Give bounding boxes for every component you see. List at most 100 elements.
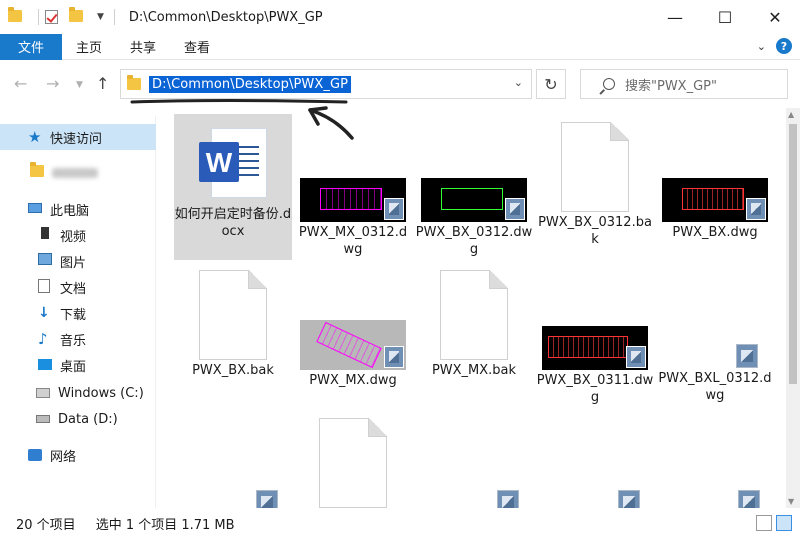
up-arrow-icon[interactable]: ↑ bbox=[96, 74, 109, 93]
blank-file-icon bbox=[440, 270, 508, 360]
scroll-up-icon[interactable]: ▲ bbox=[788, 110, 794, 119]
tab-view[interactable]: 查看 bbox=[170, 34, 224, 60]
sidebar-item-user[interactable] bbox=[0, 160, 156, 186]
scrollbar-thumb[interactable] bbox=[789, 124, 797, 384]
sidebar-item-quick-access[interactable]: ★ 快速访问 bbox=[0, 124, 156, 150]
video-icon bbox=[38, 227, 54, 243]
file-item[interactable] bbox=[656, 490, 774, 508]
sidebar-item-drive-c[interactable]: Windows (C:) bbox=[0, 380, 156, 406]
customize-toolbar-chevron-icon[interactable]: ▼ bbox=[97, 12, 104, 22]
dwg-file-icon bbox=[736, 344, 758, 368]
file-name: PWX_MX.dwg bbox=[309, 373, 397, 388]
details-view-icon[interactable] bbox=[756, 515, 772, 531]
dwg-thumbnail-icon bbox=[662, 178, 768, 222]
sidebar-item-downloads[interactable]: ↓ 下载 bbox=[0, 300, 156, 326]
window-title: D:\Common\Desktop\PWX_GP bbox=[128, 9, 323, 25]
dwg-file-icon bbox=[256, 490, 278, 508]
dwg-thumbnail-icon bbox=[300, 178, 406, 222]
music-icon: ♪ bbox=[38, 330, 48, 348]
sidebar-item-music[interactable]: ♪ 音乐 bbox=[0, 326, 156, 352]
quick-access-toolbar: ▼ bbox=[0, 0, 121, 34]
navigation-pane: ★ 快速访问 此电脑 视频 图片 文档 ↓ 下载 ♪ 音乐 桌面 Windows… bbox=[0, 116, 156, 508]
search-icon bbox=[603, 78, 615, 90]
file-item[interactable]: PWX_BX_0312.bak bbox=[536, 122, 654, 248]
vertical-scrollbar[interactable]: ▲ ▼ bbox=[786, 108, 800, 508]
file-item[interactable]: PWX_BX_0311.dwg bbox=[536, 326, 654, 406]
file-item[interactable]: PWX_BX_0312.dwg bbox=[415, 178, 533, 258]
tab-share[interactable]: 共享 bbox=[116, 34, 170, 60]
search-input[interactable]: 搜索"PWX_GP" bbox=[580, 69, 788, 99]
blank-file-icon bbox=[561, 122, 629, 212]
properties-icon[interactable] bbox=[45, 10, 61, 24]
address-bar[interactable]: D:\Common\Desktop\PWX_GP ⌄ bbox=[120, 69, 532, 99]
sidebar-item-drive-d[interactable]: Data (D:) bbox=[0, 406, 156, 432]
divider bbox=[113, 9, 115, 25]
folder-icon bbox=[127, 75, 141, 90]
sidebar-item-pictures[interactable]: 图片 bbox=[0, 248, 156, 274]
address-dropdown-chevron-icon[interactable]: ⌄ bbox=[514, 76, 523, 89]
document-icon bbox=[38, 279, 54, 295]
network-icon bbox=[28, 447, 44, 463]
dwg-file-icon bbox=[618, 490, 640, 508]
back-arrow-icon[interactable]: ← bbox=[14, 74, 27, 93]
new-folder-icon[interactable] bbox=[69, 7, 85, 24]
ribbon-tabs: 文件 主页 共享 查看 ⌄ ? bbox=[0, 33, 800, 60]
close-button[interactable]: ✕ bbox=[750, 0, 800, 34]
divider bbox=[38, 9, 39, 25]
tab-home[interactable]: 主页 bbox=[62, 34, 116, 60]
file-item[interactable]: PWX_MX.bak bbox=[415, 270, 533, 379]
refresh-button[interactable]: ↻ bbox=[536, 69, 566, 99]
windows-drive-icon bbox=[36, 385, 52, 401]
file-item[interactable] bbox=[174, 490, 292, 508]
help-icon[interactable]: ? bbox=[776, 38, 792, 54]
file-item[interactable]: PWX_BXL_0312.dwg bbox=[656, 344, 774, 404]
redacted-username bbox=[52, 168, 98, 178]
tab-file[interactable]: 文件 bbox=[0, 33, 62, 60]
user-folder-icon bbox=[30, 162, 46, 181]
sidebar-item-this-pc[interactable]: 此电脑 bbox=[0, 196, 156, 222]
file-name: PWX_BX.dwg bbox=[672, 225, 758, 240]
large-icons-view-icon[interactable] bbox=[776, 515, 792, 531]
maximize-button[interactable]: ☐ bbox=[700, 0, 750, 34]
file-item[interactable] bbox=[415, 490, 533, 508]
file-item[interactable]: PWX_MX.dwg bbox=[294, 320, 412, 389]
blank-file-icon bbox=[199, 270, 267, 360]
sidebar-item-network[interactable]: 网络 bbox=[0, 442, 156, 468]
word-document-icon: W bbox=[195, 124, 271, 204]
dwg-thumbnail-icon bbox=[300, 320, 406, 370]
file-name: PWX_MX.bak bbox=[431, 363, 517, 378]
sidebar-item-desktop[interactable]: 桌面 bbox=[0, 352, 156, 378]
recent-locations-chevron-icon[interactable]: ▼ bbox=[76, 80, 83, 90]
file-name: PWX_BX.bak bbox=[192, 363, 274, 378]
scroll-down-icon[interactable]: ▼ bbox=[788, 497, 794, 506]
drive-icon bbox=[36, 411, 52, 427]
forward-arrow-icon[interactable]: → bbox=[46, 74, 59, 93]
sidebar-item-videos[interactable]: 视频 bbox=[0, 222, 156, 248]
dwg-file-icon bbox=[738, 490, 760, 508]
file-name: 如何开启定时备份.docx bbox=[174, 207, 292, 239]
refresh-icon: ↻ bbox=[544, 74, 558, 94]
sidebar-item-documents[interactable]: 文档 bbox=[0, 274, 156, 300]
address-path[interactable]: D:\Common\Desktop\PWX_GP bbox=[149, 75, 352, 93]
file-item[interactable]: PWX_MX_0312.dwg bbox=[294, 178, 412, 258]
file-item[interactable] bbox=[536, 490, 654, 508]
selection-info: 选中 1 个项目 1.71 MB bbox=[95, 517, 235, 533]
file-item[interactable]: PWX_BX.dwg bbox=[656, 178, 774, 241]
item-count: 20 个项目 bbox=[16, 517, 76, 533]
file-name: PWX_BXL_0312.dwg bbox=[658, 371, 772, 403]
minimize-button[interactable]: — bbox=[650, 0, 700, 34]
file-item[interactable]: PWX_BX.bak bbox=[174, 270, 292, 379]
title-bar: ▼ D:\Common\Desktop\PWX_GP — ☐ ✕ bbox=[0, 0, 800, 34]
expand-ribbon-chevron-icon[interactable]: ⌄ bbox=[757, 40, 766, 53]
blank-file-icon bbox=[319, 418, 387, 508]
search-placeholder: 搜索"PWX_GP" bbox=[625, 78, 717, 94]
dwg-file-icon bbox=[497, 490, 519, 508]
file-item[interactable]: W 如何开启定时备份.docx bbox=[174, 114, 292, 260]
folder-icon bbox=[8, 7, 24, 24]
file-list: W 如何开启定时备份.docx PWX_MX_0312.dwg PWX_BX_0… bbox=[158, 108, 784, 508]
dwg-thumbnail-icon bbox=[421, 178, 527, 222]
download-icon: ↓ bbox=[38, 305, 50, 321]
file-name: PWX_BX_0312.bak bbox=[538, 215, 652, 247]
dwg-thumbnail-icon bbox=[542, 326, 648, 370]
file-item[interactable] bbox=[294, 418, 412, 508]
